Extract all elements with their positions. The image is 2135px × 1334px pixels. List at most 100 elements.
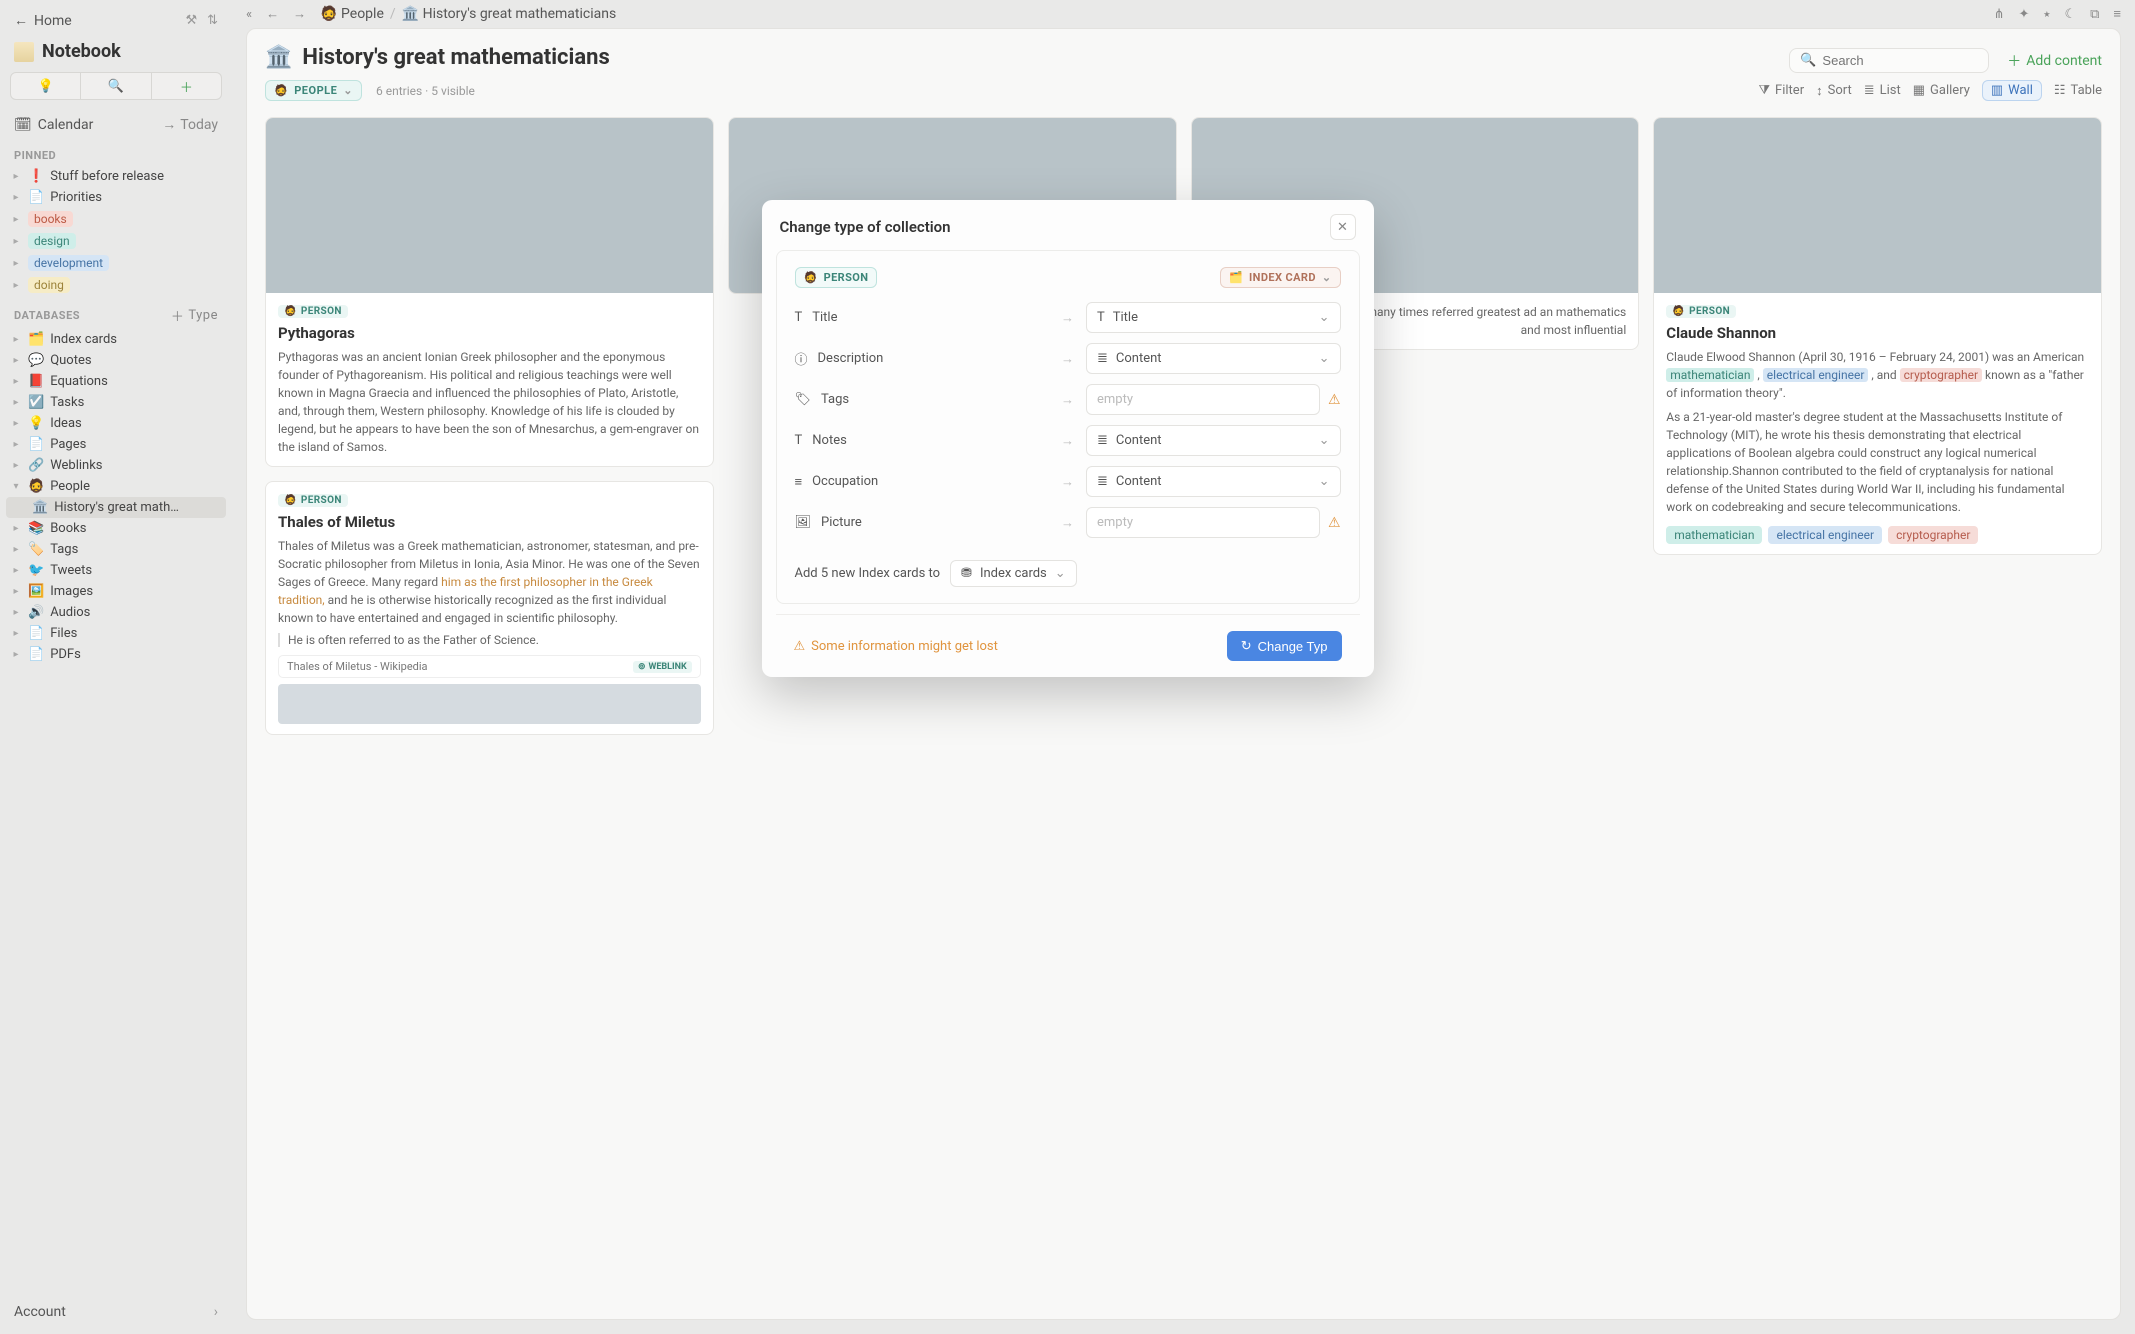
collection-type-pill[interactable]: 🧔 PEOPLE ⌄	[265, 80, 362, 101]
field-mapping-select[interactable]: ≣Content⌄	[1086, 343, 1341, 374]
breadcrumb-item[interactable]: 🏛️ History's great mathematicians	[402, 6, 617, 22]
warning-icon: ⚠	[1328, 515, 1341, 531]
pin-icon[interactable]: ⭑	[2043, 7, 2050, 22]
databases-section-label: DATABASES ＋ Type	[6, 296, 226, 329]
pinned-item[interactable]: ▸books	[6, 208, 226, 230]
pinned-item[interactable]: ▸📄Priorities	[6, 187, 226, 208]
breadcrumb-item[interactable]: 🧔 People	[320, 6, 384, 22]
sort-button[interactable]: ↕Sort	[1816, 83, 1852, 99]
collection-item[interactable]: 🏛️History's great math…	[6, 497, 226, 518]
field-mapping-select[interactable]: ≣Content⌄	[1086, 466, 1341, 497]
person-card[interactable]: 🧔 PERSON Thales of Miletus Thales of Mil…	[265, 481, 714, 735]
nav-forward-icon[interactable]: →	[293, 6, 306, 22]
database-item[interactable]: ▸📄Files	[6, 623, 226, 644]
chevron-right-icon[interactable]: ▸	[10, 376, 22, 387]
chevron-right-icon[interactable]: ▸	[10, 607, 22, 618]
arrow-right-icon: →	[1061, 310, 1074, 326]
database-item[interactable]: ▸💬Quotes	[6, 350, 226, 371]
collapse-sidebar-icon[interactable]: «	[246, 7, 252, 22]
today-link[interactable]: → Today	[162, 116, 218, 133]
database-item[interactable]: ▸💡Ideas	[6, 413, 226, 434]
database-item[interactable]: ▸🐦Tweets	[6, 560, 226, 581]
pinned-item[interactable]: ▸development	[6, 252, 226, 274]
close-button[interactable]: ✕	[1330, 214, 1356, 240]
arrow-left-icon: ←	[14, 12, 28, 29]
search-box[interactable]: 🔍	[1789, 48, 1989, 73]
chevron-right-icon[interactable]: ▸	[10, 355, 22, 366]
change-type-button[interactable]: ↻Change Typ	[1227, 631, 1342, 661]
view-table[interactable]: ☷Table	[2054, 83, 2102, 98]
add-type-button[interactable]: ＋ Type	[171, 306, 218, 325]
item-icon: ☑️	[28, 395, 44, 410]
database-item[interactable]: ▸📕Equations	[6, 371, 226, 392]
tag[interactable]: cryptographer	[1888, 526, 1978, 544]
field-mapping-select[interactable]: ≣Content⌄	[1086, 425, 1341, 456]
item-icon: 💬	[28, 353, 44, 368]
item-label: Equations	[50, 374, 108, 389]
chevron-right-icon[interactable]: ▸	[10, 334, 22, 345]
tag[interactable]: mathematician	[1666, 526, 1762, 544]
chevrons-vertical-icon[interactable]: ⇅	[207, 13, 218, 28]
view-list[interactable]: ≣List	[1864, 83, 1901, 98]
tag[interactable]: electrical engineer	[1768, 526, 1882, 544]
database-item[interactable]: ▸ ☑️ Tasks	[6, 392, 226, 413]
weblink-chip[interactable]: Thales of Miletus - Wikipedia ⊚WEBLINK	[278, 655, 701, 678]
home-link[interactable]: ← Home	[14, 12, 72, 29]
to-type-pill[interactable]: 🗂️ INDEX CARD ⌄	[1220, 267, 1341, 288]
chevron-right-icon[interactable]: ▸	[10, 649, 22, 660]
chevron-right-icon[interactable]: ▸	[10, 397, 22, 408]
notebook-title[interactable]: Notebook	[6, 35, 226, 72]
add-button[interactable]: ＋	[152, 72, 222, 100]
lines-icon: ≡	[795, 474, 803, 490]
database-item[interactable]: ▸📄Pages	[6, 434, 226, 455]
pinned-item[interactable]: ▸design	[6, 230, 226, 252]
chevron-right-icon[interactable]: ▸	[10, 565, 22, 576]
chevron-right-icon: ▸	[10, 192, 22, 203]
target-db-select[interactable]: ⛃Index cards⌄	[950, 560, 1077, 587]
chevron-right-icon[interactable]: ▸	[10, 523, 22, 534]
lightbulb-button[interactable]: 💡	[10, 72, 81, 100]
chevron-right-icon[interactable]: ▸	[10, 544, 22, 555]
database-item[interactable]: ▸🗂️Index cards	[6, 329, 226, 350]
chevron-right-icon[interactable]: ▸	[10, 460, 22, 471]
copy-icon[interactable]: ⧉	[2090, 7, 2099, 22]
field-mapping-select[interactable]: TTitle⌄	[1086, 302, 1341, 333]
chevron-right-icon: ›	[214, 1304, 218, 1320]
pinned-item[interactable]: ▸doing	[6, 274, 226, 296]
database-item[interactable]: ▸🔗Weblinks	[6, 455, 226, 476]
search-button[interactable]: 🔍	[81, 72, 151, 100]
database-item[interactable]: ▸🔊Audios	[6, 602, 226, 623]
view-wall-active[interactable]: ▥Wall	[1982, 80, 2042, 101]
random-icon[interactable]: ⋔	[1994, 7, 2005, 22]
field-mapping-empty[interactable]: empty	[1086, 507, 1320, 538]
list-icon: ≣	[1097, 433, 1108, 448]
database-item[interactable]: ▸📄PDFs	[6, 644, 226, 665]
wrench-icon[interactable]: ⚒	[185, 13, 197, 28]
field-mapping-empty[interactable]: empty	[1086, 384, 1320, 415]
chevron-right-icon[interactable]: ▸	[10, 439, 22, 450]
database-item[interactable]: ▾🧔People	[6, 476, 226, 497]
account-link[interactable]: Account ›	[6, 1294, 226, 1328]
calendar-link[interactable]: 🗓 Calendar	[14, 117, 93, 133]
chevron-right-icon[interactable]: ▸	[10, 418, 22, 429]
view-gallery[interactable]: ▦Gallery	[1913, 83, 1970, 98]
menu-icon[interactable]: ≡	[2113, 6, 2121, 22]
person-card[interactable]: 🧔 PERSON Claude Shannon Claude Elwood Sh…	[1653, 117, 2102, 555]
graph-icon[interactable]: ✦	[2019, 7, 2030, 22]
pinned-item[interactable]: ▸❗Stuff before release	[6, 166, 226, 187]
chevron-down-icon[interactable]: ▾	[10, 481, 22, 492]
nav-back-icon[interactable]: ←	[266, 6, 279, 22]
add-content-button[interactable]: ＋ Add content	[2007, 51, 2102, 71]
database-item[interactable]: ▸🏷️Tags	[6, 539, 226, 560]
notebook-icon	[14, 42, 34, 62]
moon-icon[interactable]: ☾	[2064, 7, 2076, 22]
database-item[interactable]: ▸📚Books	[6, 518, 226, 539]
filter-button[interactable]: ⧩Filter	[1758, 83, 1804, 98]
item-label: Tasks	[50, 395, 84, 410]
chevron-right-icon[interactable]: ▸	[10, 628, 22, 639]
search-input[interactable]	[1822, 53, 1978, 68]
person-card[interactable]: 🧔 PERSON Pythagoras Pythagoras was an an…	[265, 117, 714, 467]
chevron-right-icon[interactable]: ▸	[10, 586, 22, 597]
arrow-right-icon: →	[1061, 392, 1074, 408]
database-item[interactable]: ▸🖼️Images	[6, 581, 226, 602]
